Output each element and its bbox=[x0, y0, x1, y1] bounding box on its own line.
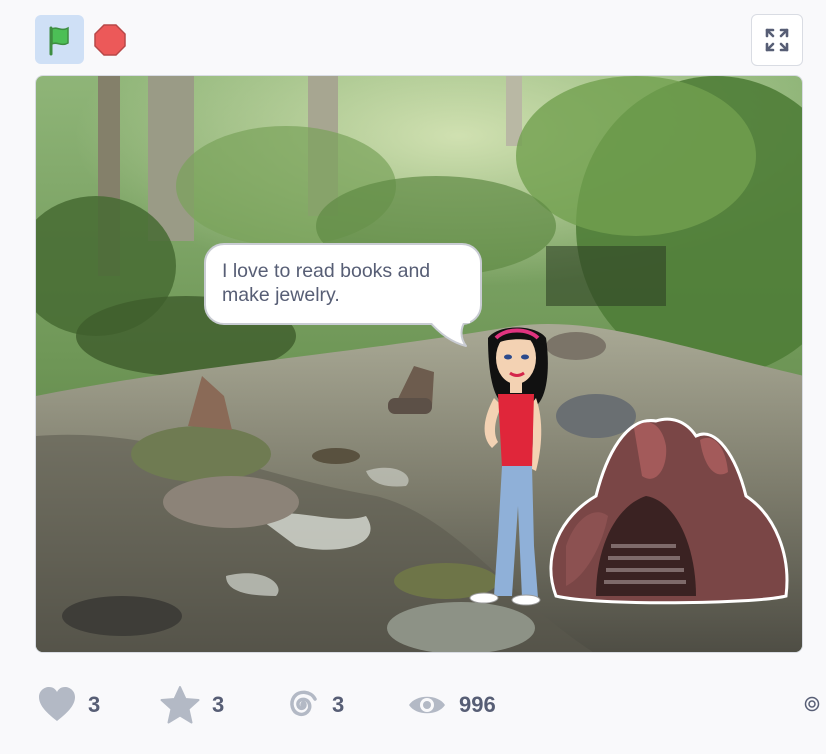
stop-icon bbox=[94, 24, 126, 56]
love-count: 3 bbox=[88, 692, 101, 717]
love-button[interactable]: 3 bbox=[38, 680, 100, 730]
swirl-icon bbox=[804, 696, 820, 712]
stop-button[interactable] bbox=[93, 23, 127, 57]
project-stats: 3 3 3 996 bbox=[0, 680, 826, 730]
remixes-link[interactable]: 3 bbox=[284, 680, 344, 730]
sprite-speech-bubble: I love to read books and make jewelry. bbox=[204, 243, 482, 325]
project-stage[interactable]: I love to read books and make jewelry. bbox=[35, 75, 803, 653]
eye-icon bbox=[409, 696, 445, 714]
favorite-button[interactable]: 3 bbox=[160, 680, 224, 730]
speech-bubble-tail bbox=[426, 320, 470, 347]
heart-icon bbox=[39, 687, 75, 721]
fullscreen-icon bbox=[765, 28, 789, 52]
green-flag-button[interactable] bbox=[35, 15, 84, 64]
speech-bubble-text: I love to read books and make jewelry. bbox=[222, 260, 431, 306]
favorite-count: 3 bbox=[212, 692, 225, 717]
remix-count: 3 bbox=[332, 692, 345, 717]
green-flag-icon bbox=[49, 26, 69, 55]
view-count: 996 bbox=[459, 692, 496, 717]
remix-info-icon-button[interactable] bbox=[803, 694, 821, 714]
fullscreen-button[interactable] bbox=[751, 14, 803, 66]
views-stat: 996 bbox=[407, 680, 496, 730]
player-controls bbox=[0, 0, 826, 76]
forest-stream-backdrop bbox=[36, 76, 802, 652]
remix-spiral-icon bbox=[290, 690, 317, 717]
star-icon bbox=[160, 686, 200, 724]
